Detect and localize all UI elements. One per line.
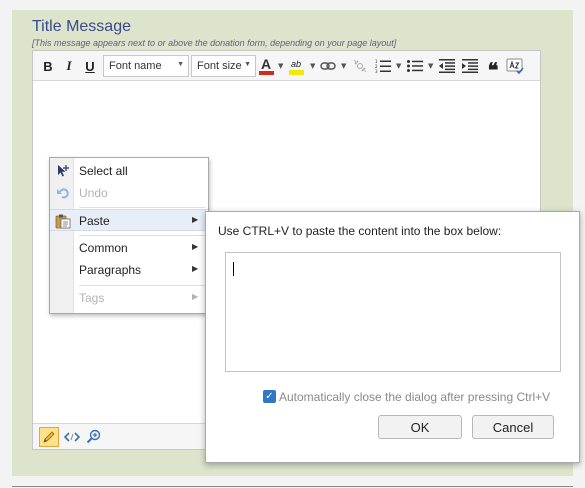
spellcheck-icon <box>506 58 524 74</box>
menu-item-undo[interactable]: Undo <box>50 182 208 204</box>
menu-separator <box>79 235 205 236</box>
menu-item-label: Undo <box>79 186 108 200</box>
context-menu: Select all Undo Paste ▶ Common ▶ Paragra… <box>49 157 209 314</box>
font-size-dropdown[interactable]: Font size ▼ <box>191 55 256 77</box>
font-color-swatch <box>258 70 274 75</box>
submenu-arrow-icon: ▶ <box>192 264 199 273</box>
top-strip <box>0 0 585 10</box>
menu-item-tags[interactable]: Tags ▶ <box>50 287 208 309</box>
menu-item-label: Paste <box>79 214 110 228</box>
divider <box>12 486 573 487</box>
font-size-label: Font size <box>197 60 242 72</box>
undo-icon <box>55 185 71 201</box>
menu-item-select-all[interactable]: Select all <box>50 160 208 182</box>
highlight-icon: ab <box>290 58 301 69</box>
unlink-button[interactable] <box>351 56 369 76</box>
paste-dialog: Use CTRL+V to paste the content into the… <box>205 211 580 463</box>
chevron-down-icon[interactable]: ▼ <box>278 62 283 70</box>
highlight-button[interactable]: ab <box>287 56 305 76</box>
chevron-down-icon[interactable]: ▼ <box>341 62 346 70</box>
bold-button[interactable]: B <box>40 56 56 76</box>
pencil-icon <box>43 431 55 443</box>
ok-button[interactable]: OK <box>378 415 462 439</box>
font-name-dropdown[interactable]: Font name ▼ <box>103 55 189 77</box>
paste-icon <box>55 213 71 229</box>
link-button[interactable] <box>319 56 337 76</box>
menu-separator <box>79 285 205 286</box>
bulleted-list-icon <box>407 60 423 72</box>
menu-item-paragraphs[interactable]: Paragraphs ▶ <box>50 259 208 281</box>
outdent-icon <box>439 59 455 73</box>
menu-item-label: Common <box>79 241 128 255</box>
chevron-down-icon[interactable]: ▼ <box>310 62 315 70</box>
menu-item-paste[interactable]: Paste ▶ <box>50 209 208 231</box>
underline-button[interactable]: U <box>82 56 98 76</box>
menu-item-label: Tags <box>79 291 105 305</box>
design-mode-button[interactable] <box>39 427 59 447</box>
auto-close-checkbox[interactable]: ✓ <box>263 390 276 403</box>
submenu-arrow-icon: ▶ <box>192 242 199 251</box>
paste-dialog-message: Use CTRL+V to paste the content into the… <box>218 224 502 238</box>
indent-button[interactable] <box>461 56 479 76</box>
chevron-down-icon[interactable]: ▼ <box>396 62 401 70</box>
zoom-in-icon <box>86 429 101 444</box>
numbered-list-button[interactable]: 1 2 3 <box>374 56 392 76</box>
font-color-icon: A <box>260 55 272 72</box>
section-title: Title Message <box>32 18 131 35</box>
link-icon <box>320 62 336 70</box>
auto-close-checkbox-label[interactable]: Automatically close the dialog after pre… <box>279 390 550 404</box>
font-name-label: Font name <box>109 60 162 72</box>
paste-input-area[interactable] <box>225 252 561 372</box>
menu-item-label: Paragraphs <box>79 263 142 277</box>
submenu-arrow-icon: ▶ <box>192 215 199 224</box>
menu-item-label: Select all <box>79 164 128 178</box>
text-caret <box>233 262 234 276</box>
code-view-icon <box>64 432 80 442</box>
section-hint: [This message appears next to or above t… <box>32 38 397 48</box>
font-color-button[interactable]: A <box>257 56 275 76</box>
unlink-icon <box>353 59 367 73</box>
highlight-swatch <box>288 69 304 75</box>
chevron-down-icon[interactable]: ▼ <box>428 62 433 70</box>
italic-button[interactable]: I <box>61 56 77 76</box>
menu-separator <box>79 207 205 208</box>
select-all-icon <box>55 163 71 179</box>
cancel-button[interactable]: Cancel <box>472 415 554 439</box>
menu-item-common[interactable]: Common ▶ <box>50 237 208 259</box>
chevron-down-icon: ▼ <box>244 61 251 68</box>
editor-toolbar: B I U Font name ▼ Font size ▼ A ▼ ab ▼ ▼… <box>33 51 540 82</box>
page: Title Message [This message appears next… <box>0 0 585 488</box>
quote-icon: ❝ <box>487 59 499 82</box>
numbered-list-icon: 1 2 3 <box>375 59 391 73</box>
outdent-button[interactable] <box>438 56 456 76</box>
html-view-button[interactable] <box>63 429 81 445</box>
spellcheck-button[interactable] <box>505 56 525 76</box>
svg-text:3: 3 <box>375 69 378 73</box>
indent-icon <box>462 59 478 73</box>
preview-button[interactable] <box>85 428 103 446</box>
chevron-down-icon: ▼ <box>177 61 184 68</box>
blockquote-button[interactable]: ❝ <box>484 56 502 82</box>
submenu-arrow-icon: ▶ <box>192 292 199 301</box>
bulleted-list-button[interactable] <box>406 56 424 76</box>
